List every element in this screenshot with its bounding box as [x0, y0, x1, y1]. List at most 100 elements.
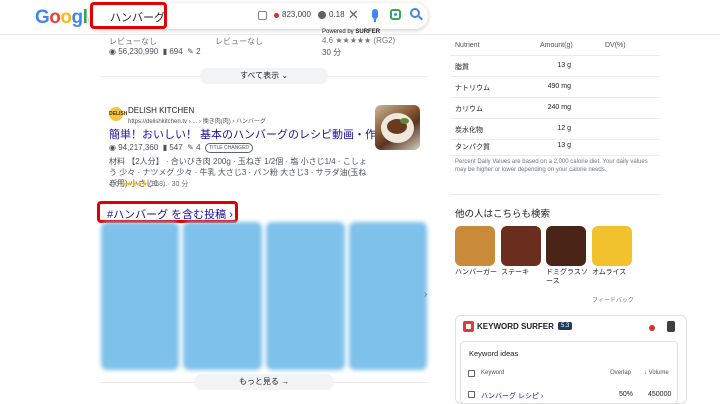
omurice-image[interactable] — [592, 226, 632, 266]
logo-letter: g — [71, 7, 84, 28]
table-row: 脂質 13 g — [450, 56, 660, 76]
comment-count: 4 — [196, 143, 201, 153]
divider-right — [328, 76, 428, 77]
demi-glace-image[interactable] — [546, 226, 586, 266]
prev-stats-row: ◉ 56,230,990 ▮ 694 ✎ 2 — [109, 47, 201, 56]
divider-left — [100, 76, 200, 77]
table-row: ナトリウム 490 mg — [450, 77, 660, 97]
microphone-stem — [374, 19, 376, 22]
site-url[interactable]: https://delishkitchen.tv › ... › 挽き肉(肉) … — [128, 116, 266, 125]
like-count: 694 — [169, 47, 183, 56]
cpc-value: 0.18 — [329, 10, 345, 19]
steak-image[interactable] — [501, 226, 541, 266]
logo-letter: o — [60, 7, 72, 28]
section-divider — [450, 194, 660, 195]
logo-inner — [466, 324, 471, 329]
keyword-surfer-title: KEYWORD SURFER — [477, 322, 554, 331]
review-label-2: レビューなし — [215, 37, 263, 46]
post-card[interactable] — [266, 222, 345, 370]
header-divider — [0, 34, 720, 35]
nutrient-name: タンパク質 — [455, 144, 490, 151]
keyword-link[interactable]: ハンバーグ レシピ › — [481, 391, 543, 401]
volume-dot-icon — [274, 13, 279, 18]
title-changed-badge: TITLE CHANGED — [205, 143, 254, 153]
nutrient-name: 脂質 — [455, 64, 469, 71]
keyword-row-checkbox[interactable] — [468, 391, 475, 398]
chevron-right-icon[interactable]: › — [424, 289, 427, 300]
view-count: 94,217,360 — [118, 143, 159, 153]
like-count: 547 — [169, 143, 183, 153]
nutrient-amount: 12 g — [557, 125, 571, 132]
related-search-label[interactable]: ドミグラスソース — [546, 268, 592, 286]
microphone-icon[interactable] — [372, 9, 378, 19]
related-search-label[interactable]: ハンバーガー — [455, 268, 501, 277]
search-volume: 823,000 — [282, 10, 311, 19]
result-title-link[interactable]: 簡単！おいしい！ 基本のハンバーグのレシピ動画・作り方 — [109, 126, 398, 142]
nutrient-amount: 13 g — [557, 142, 571, 149]
table-row: カリウム 240 mg — [450, 98, 660, 118]
view-count: 56,230,990 — [118, 47, 159, 56]
settings-icon[interactable] — [667, 321, 675, 332]
keyword-overlap: 50% — [619, 391, 634, 398]
show-more-button[interactable]: もっと見る → — [194, 374, 334, 390]
amount-header: Amount(g) — [540, 42, 573, 49]
dv-header: DV(%) — [605, 42, 626, 49]
rating-stub: 4.6 ★★★★★ (RG2) — [322, 36, 396, 45]
lens-dot — [394, 13, 397, 16]
cook-duration: 30 分 — [171, 181, 189, 188]
logo-letter: G — [35, 7, 50, 28]
header: Google ハンバーグ 823,000 0.18 ✕ Powered by S… — [0, 0, 720, 35]
eye-icon: ◉ — [109, 143, 116, 153]
like-icon: ▮ — [162, 47, 168, 56]
hamburger-image[interactable] — [455, 226, 495, 266]
rating-value: 4.6 — [109, 181, 119, 188]
post-card[interactable] — [183, 222, 262, 370]
nutrient-name: カリウム — [455, 106, 483, 113]
show-all-button[interactable]: すべて表示 ⌄ — [200, 68, 328, 84]
related-search-label[interactable]: オムライス — [592, 268, 638, 277]
result-stats-row: ◉ 94,217,360 ▮ 547 ✎ 4 TITLE CHANGED — [109, 143, 254, 153]
post-card[interactable] — [349, 222, 427, 370]
nutrient-name: 炭水化物 — [455, 127, 483, 134]
cpc-icon — [318, 11, 326, 19]
site-favicon: DELISH — [109, 107, 127, 121]
divider-right — [334, 382, 428, 383]
eye-icon: ◉ — [109, 47, 116, 56]
comment-count: 2 — [196, 47, 201, 56]
overlap-column-header[interactable]: Overlap — [610, 370, 631, 376]
chevron-down-icon: ⌄ — [281, 71, 289, 80]
star-rating-icon: ★★★★★ — [120, 181, 148, 188]
table-divider — [450, 155, 660, 156]
keyword-column-header[interactable]: Keyword — [481, 370, 504, 376]
nutrient-header: Nutrient — [455, 42, 480, 49]
select-all-checkbox[interactable] — [468, 370, 475, 377]
search-input[interactable]: ハンバーグ — [110, 9, 165, 25]
comment-icon: ✎ — [187, 47, 194, 56]
nutrient-amount: 490 mg — [547, 83, 571, 90]
hashtag-posts-link[interactable]: #ハンバーグ を含む投稿 › — [107, 206, 233, 222]
keyword-volume: 450000 — [648, 391, 672, 398]
version-badge: 5.3 — [558, 322, 573, 330]
status-dot-icon[interactable] — [649, 325, 655, 331]
comment-icon: ✎ — [187, 143, 194, 153]
show-all-label: すべて表示 — [239, 71, 280, 80]
daily-value-footnote: Percent Daily Values are based on a 2,00… — [455, 159, 648, 173]
result-rating-row: 4.6 ★★★★★ (958) · 30 分 — [109, 181, 189, 188]
nutrient-amount: 240 mg — [547, 104, 571, 111]
post-card[interactable] — [101, 222, 179, 370]
people-also-search-title: 他の人はこちらも検索 — [455, 209, 551, 220]
site-name[interactable]: DELISH KITCHEN — [128, 106, 194, 115]
garnish-image — [400, 118, 409, 124]
logo-letter: o — [49, 7, 61, 28]
surfer-checkbox[interactable] — [258, 11, 267, 20]
related-search-label[interactable]: ステーキ — [501, 268, 547, 277]
review-count: (958) — [149, 181, 166, 188]
review-label-1: レビューなし — [109, 37, 157, 46]
feedback-link[interactable]: フィードバック — [592, 295, 634, 304]
keyword-ideas-title: Keyword ideas — [469, 349, 519, 358]
table-row: タンパク質 13 g — [450, 136, 660, 156]
prev-duration: 30 分 — [322, 48, 342, 57]
volume-column-header[interactable]: ↓ Volume — [644, 370, 669, 376]
clear-icon[interactable]: ✕ — [348, 7, 359, 23]
nutrient-name: ナトリウム — [455, 85, 490, 92]
